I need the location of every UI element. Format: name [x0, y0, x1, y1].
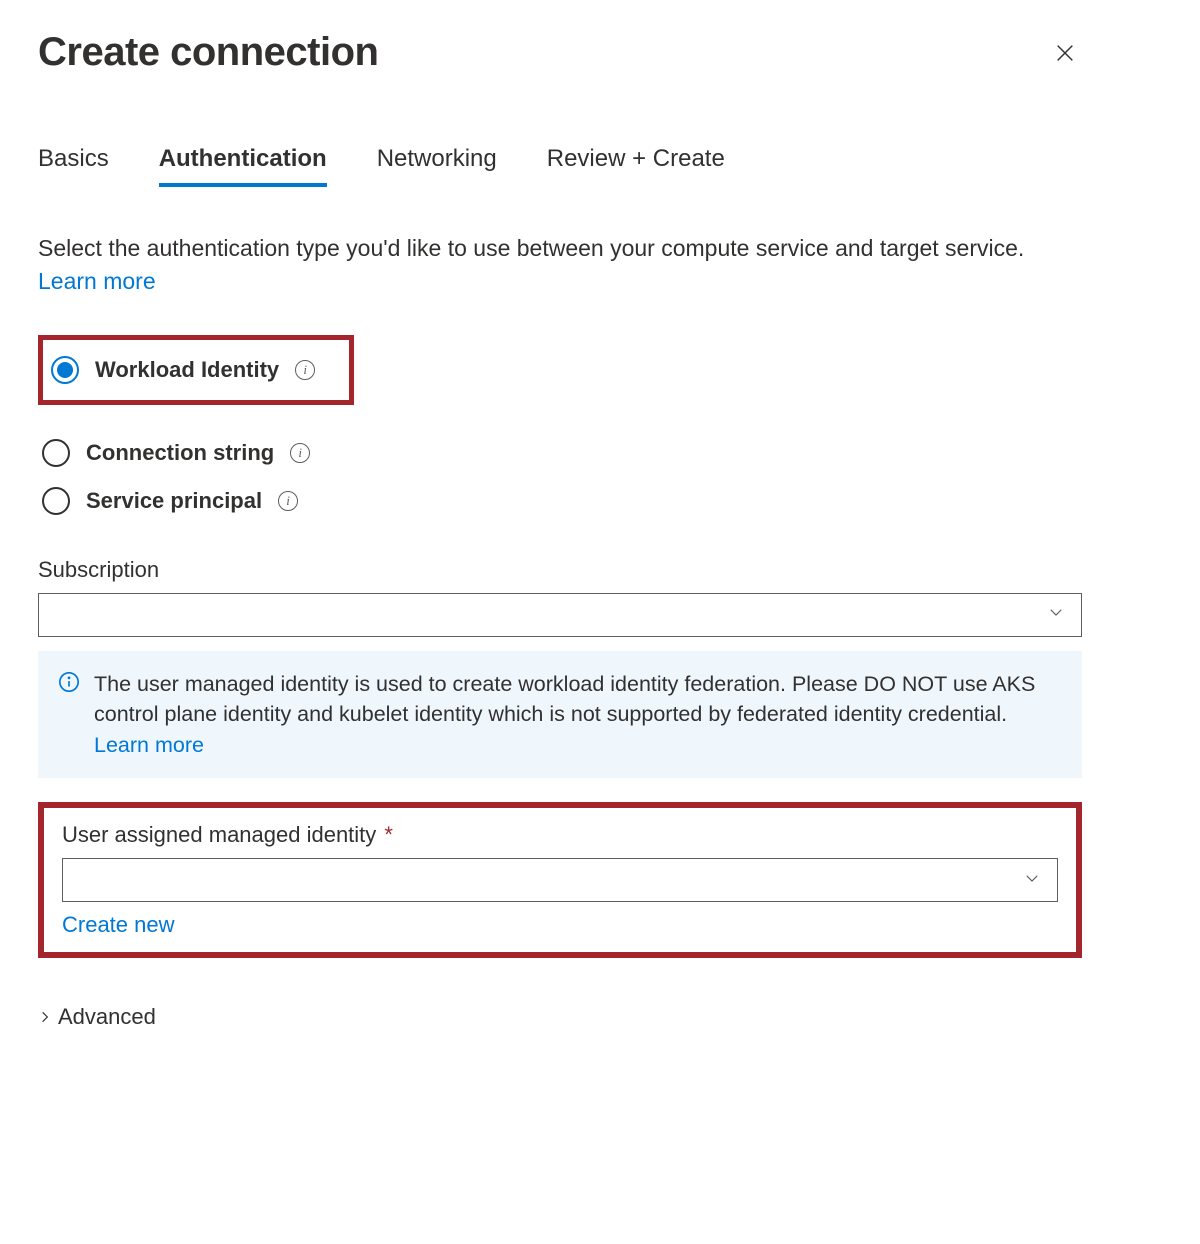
subscription-field: Subscription — [38, 557, 1082, 637]
uami-label-text: User assigned managed identity — [62, 822, 376, 847]
highlight-uami: User assigned managed identity * Create … — [38, 802, 1082, 958]
close-button[interactable] — [1048, 36, 1082, 73]
radio-button[interactable] — [42, 487, 70, 515]
radio-dot-icon — [57, 362, 73, 378]
info-banner-text: The user managed identity is used to cre… — [94, 669, 1062, 761]
tab-networking[interactable]: Networking — [377, 145, 497, 187]
radio-option-connection-string[interactable]: Connection string i — [38, 435, 1082, 471]
radio-option-service-principal[interactable]: Service principal i — [38, 483, 1082, 519]
chevron-down-icon — [1023, 869, 1041, 892]
auth-type-radio-group: Workload Identity i Connection string i … — [38, 335, 1082, 519]
subscription-label: Subscription — [38, 557, 1082, 583]
required-marker: * — [384, 822, 393, 847]
radio-button[interactable] — [51, 356, 79, 384]
radio-button[interactable] — [42, 439, 70, 467]
create-new-link[interactable]: Create new — [62, 912, 175, 938]
chevron-down-icon — [1047, 603, 1065, 626]
uami-label: User assigned managed identity * — [62, 822, 1058, 848]
chevron-right-icon — [38, 1004, 52, 1030]
advanced-label: Advanced — [58, 1004, 156, 1030]
tab-review-create[interactable]: Review + Create — [547, 145, 725, 187]
tab-basics[interactable]: Basics — [38, 145, 109, 187]
tabs: Basics Authentication Networking Review … — [38, 145, 1082, 188]
info-icon[interactable]: i — [290, 443, 310, 463]
info-banner: The user managed identity is used to cre… — [38, 651, 1082, 779]
tab-authentication[interactable]: Authentication — [159, 145, 327, 187]
subscription-select[interactable] — [38, 593, 1082, 637]
advanced-toggle[interactable]: Advanced — [38, 1004, 1082, 1030]
info-icon[interactable]: i — [278, 491, 298, 511]
intro-text: Select the authentication type you'd lik… — [38, 235, 1024, 261]
radio-label: Connection string — [86, 440, 274, 466]
info-banner-learn-more-link[interactable]: Learn more — [94, 733, 204, 757]
info-icon — [58, 671, 80, 761]
page-title: Create connection — [38, 30, 378, 75]
radio-label: Workload Identity — [95, 357, 279, 383]
uami-select[interactable] — [62, 858, 1058, 902]
auth-intro-text: Select the authentication type you'd lik… — [38, 232, 1082, 299]
info-banner-body: The user managed identity is used to cre… — [94, 672, 1035, 727]
highlight-workload-identity: Workload Identity i — [38, 335, 354, 405]
radio-label: Service principal — [86, 488, 262, 514]
learn-more-link[interactable]: Learn more — [38, 268, 156, 294]
info-icon[interactable]: i — [295, 360, 315, 380]
radio-option-workload-identity[interactable]: Workload Identity i — [47, 352, 319, 388]
close-icon — [1054, 52, 1076, 67]
